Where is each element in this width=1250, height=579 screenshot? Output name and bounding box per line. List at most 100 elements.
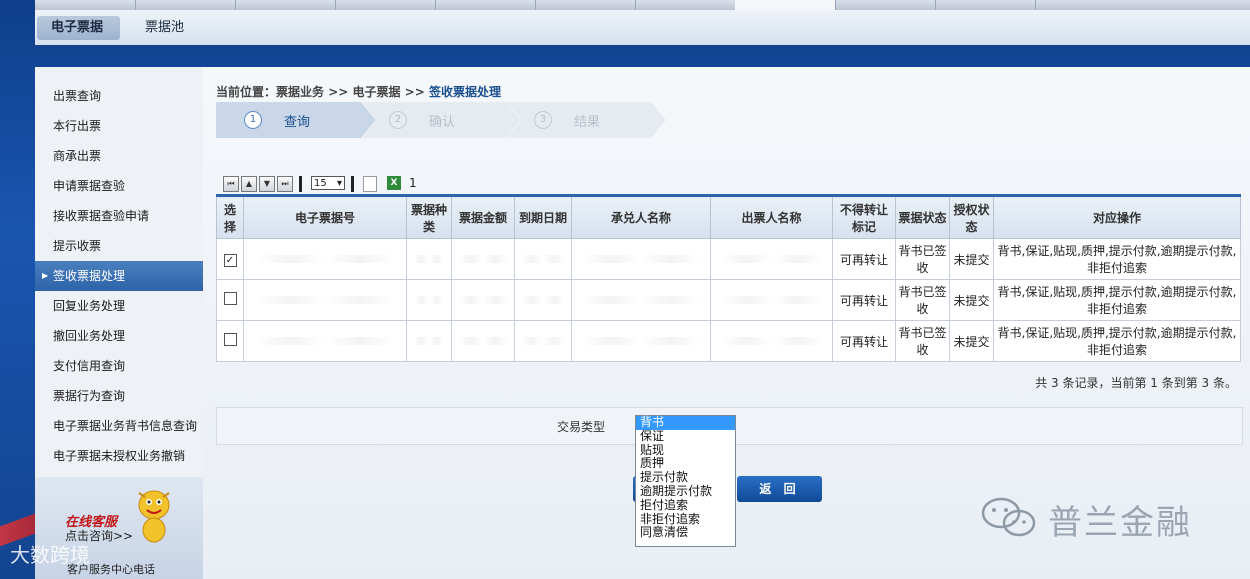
sidebar-item-sign-receive[interactable]: 签收票据处理 [35,261,203,291]
masked-cell [406,320,452,362]
row-checkbox[interactable] [223,292,237,305]
sidebar-item-prompt-receive[interactable]: 提示收票 [35,231,203,261]
sidebar-item-withdraw[interactable]: 撤回业务处理 [35,321,203,351]
option-prompt-payment[interactable]: 提示付款 [636,470,735,485]
auth-status-cell: 未提交 [949,320,994,362]
option-overdue-prompt-payment[interactable]: 逾期提示付款 [636,484,735,499]
col-operations: 对应操作 [993,194,1241,239]
next-page-icon[interactable]: ▼ [259,176,275,192]
row-select-cell[interactable] [216,320,244,362]
subtab-electronic-bill[interactable]: 电子票据 [37,16,120,40]
transaction-type-label: 交易类型 [557,420,606,434]
row-checkbox[interactable] [223,333,237,346]
option-agree-settle[interactable]: 同意清偿 [636,526,735,540]
bill-table: 选择 电子票据号 票据种类 票据金额 到期日期 承兑人名称 出票人名称 不得转让… [216,194,1241,362]
step-result: 3 结果 [506,102,656,138]
top-nav-tab[interactable] [235,0,336,10]
masked-cell [710,238,833,280]
step-number: 3 [534,111,552,129]
top-nav-tab[interactable] [835,0,936,10]
col-bill-type: 票据种类 [406,194,452,239]
mascot-icon [138,490,170,543]
prev-page-icon[interactable]: ▲ [241,176,257,192]
masked-cell [243,279,407,321]
sidebar-item-issue-query[interactable]: 出票查询 [35,81,203,111]
option-dishonor-recourse[interactable]: 拒付追索 [636,498,735,513]
top-nav-tab[interactable] [135,0,236,10]
watermark-text: 普兰金融 [1048,503,1192,543]
transfer-flag-cell: 可再转让 [832,320,896,362]
col-amount: 票据金额 [451,194,515,239]
top-nav-tab[interactable] [935,0,1036,10]
sidebar-item-reply[interactable]: 回复业务处理 [35,291,203,321]
col-acceptor: 承兑人名称 [571,194,711,239]
table-header-row: 选择 电子票据号 票据种类 票据金额 到期日期 承兑人名称 出票人名称 不得转让… [216,194,1241,239]
top-nav-tab-active[interactable] [735,0,836,10]
col-status: 票据状态 [895,194,950,239]
step-label: 结果 [574,115,601,130]
auth-status-cell: 未提交 [949,238,994,280]
separator [299,176,302,192]
masked-cell [710,279,833,321]
operations-cell: 背书,保证,贴现,质押,提示付款,逾期提示付款,非拒付追索 [993,320,1241,362]
wechat-icon [981,497,1036,537]
masked-cell [451,238,515,280]
page-size-select[interactable]: 15 [311,176,345,191]
breadcrumb-current: 签收票据处理 [428,85,501,99]
row-select-cell[interactable] [216,279,244,321]
step-confirm: 2 确认 [361,102,511,138]
col-due-date: 到期日期 [514,194,572,239]
masked-cell [243,238,407,280]
masked-cell [571,279,711,321]
masked-cell [451,320,515,362]
masked-cell [451,279,515,321]
sidebar-item-endorse-query[interactable]: 电子票据业务背书信息查询 [35,411,203,441]
transfer-flag-cell: 可再转让 [832,238,896,280]
operations-cell: 背书,保证,贴现,质押,提示付款,逾期提示付款,非拒付追索 [993,279,1241,321]
top-nav-tab[interactable] [635,0,736,10]
step-label: 查询 [284,115,311,130]
top-nav-tab[interactable] [535,0,636,10]
top-nav-tab[interactable] [435,0,536,10]
top-nav-tab[interactable] [335,0,436,10]
sidebar: 出票查询 本行出票 商承出票 申请票据查验 接收票据查验申请 提示收票 签收票据… [35,67,203,579]
option-endorse[interactable]: 背书 [636,415,735,430]
option-discount[interactable]: 贴现 [636,443,735,458]
row-select-cell[interactable]: ✓ [216,238,244,280]
table-row[interactable]: 可再转让 背书已签收 未提交 背书,保证,贴现,质押,提示付款,逾期提示付款,非… [216,279,1241,321]
masked-cell [571,320,711,362]
sidebar-item-behavior-query[interactable]: 票据行为查询 [35,381,203,411]
breadcrumb: 当前位置：票据业务 >> 电子票据 >> 签收票据处理 [216,83,501,100]
transaction-type-listbox[interactable]: 背书 保证 贴现 质押 提示付款 逾期提示付款 拒付追索 非拒付追索 同意清偿 [635,415,736,547]
last-page-icon[interactable]: ⏭ [277,176,293,192]
table-row[interactable]: ✓ 可再转让 背书已签收 未提交 背书,保证,贴现,质押,提示付款,逾期提示付款… [216,238,1241,280]
sidebar-item-unauth-revoke[interactable]: 电子票据未授权业务撤销 [35,441,203,471]
bill-status-cell: 背书已签收 [895,238,950,280]
record-summary: 共 3 条记录，当前第 1 条到第 3 条。 [1035,376,1237,390]
masked-cell [514,238,572,280]
col-bill-no: 电子票据号 [243,194,407,239]
sidebar-item-commercial-issue[interactable]: 商承出票 [35,141,203,171]
step-label: 确认 [429,115,456,130]
main-content: 当前位置：票据业务 >> 电子票据 >> 签收票据处理 1 查询 2 确认 3 … [203,67,1250,579]
subtab-bill-pool[interactable]: 票据池 [131,16,198,40]
document-icon[interactable] [363,176,377,192]
masked-cell [514,320,572,362]
separator [351,176,354,192]
back-button[interactable]: 返 回 [737,476,822,502]
excel-export-icon[interactable]: X [387,176,401,190]
step-query: 1 查询 [216,102,366,138]
option-guarantee[interactable]: 保证 [636,429,735,444]
sidebar-item-receive-check[interactable]: 接收票据查验申请 [35,201,203,231]
row-checkbox[interactable]: ✓ [223,253,237,267]
auth-status-cell: 未提交 [949,279,994,321]
sidebar-item-apply-check[interactable]: 申请票据查验 [35,171,203,201]
first-page-icon[interactable]: ⏮ [223,176,239,192]
sidebar-item-credit-query[interactable]: 支付信用查询 [35,351,203,381]
masked-cell [710,320,833,362]
sidebar-item-bank-issue[interactable]: 本行出票 [35,111,203,141]
top-nav-tab[interactable] [35,0,136,10]
table-row[interactable]: 可再转让 背书已签收 未提交 背书,保证,贴现,质押,提示付款,逾期提示付款,非… [216,320,1241,362]
transfer-flag-cell: 可再转让 [832,279,896,321]
breadcrumb-path: 票据业务 >> 电子票据 >> [276,85,429,99]
